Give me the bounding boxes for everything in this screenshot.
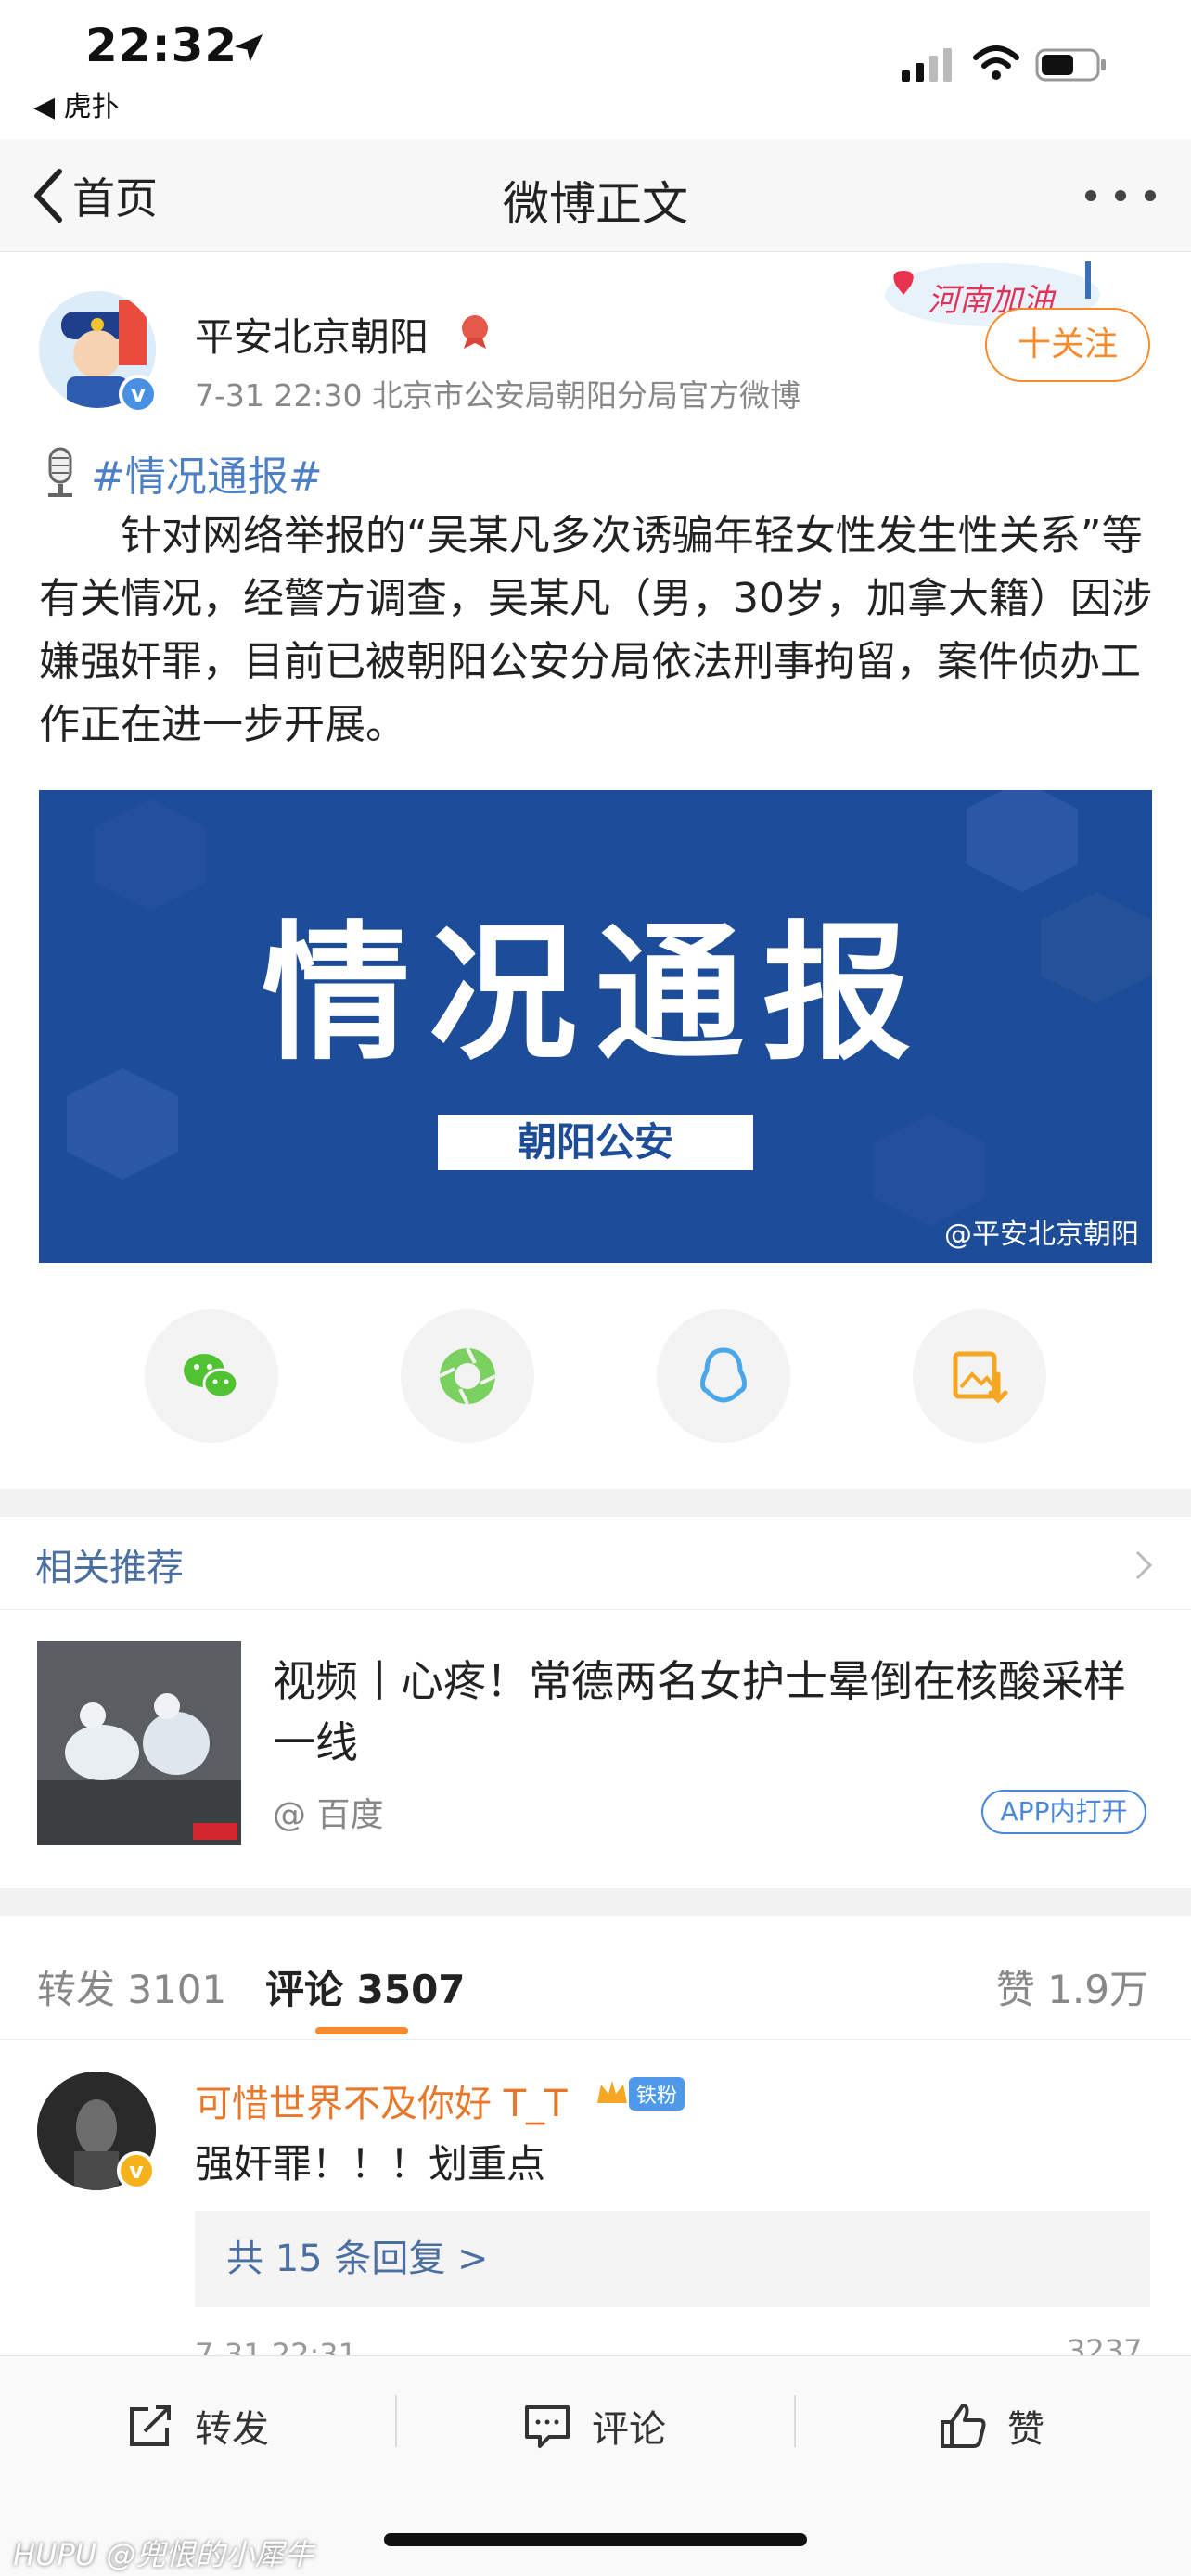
comment-button[interactable]: 评论 (521, 2393, 666, 2458)
image-subtitle: 朝阳公安 (438, 1115, 753, 1170)
author-medal-icon (462, 315, 488, 349)
commenter-verified-icon: v (117, 2151, 156, 2190)
interaction-tabs: 转发 3101 评论 3507 赞 1.9万 (0, 1944, 1191, 2040)
thumbs-up-icon (941, 2404, 986, 2448)
related-header[interactable]: 相关推荐 (0, 1517, 1191, 1610)
verified-badge-icon: v (119, 375, 158, 414)
save-image-button[interactable] (913, 1309, 1046, 1443)
status-bar: 22:32 ◀ 虎扑 (0, 0, 1191, 130)
crown-icon (597, 2081, 627, 2103)
author-name[interactable]: 平安北京朝阳 (195, 306, 429, 363)
related-title: 相关推荐 (35, 1547, 184, 1589)
nav-bar: 首页 微博正文 (0, 139, 1191, 252)
repost-icon (130, 2405, 171, 2446)
comment-icon (525, 2405, 570, 2448)
image-title: 情况通报 (261, 907, 929, 1080)
like-label: 赞 (1007, 2408, 1044, 2451)
share-wechat-button[interactable] (145, 1309, 278, 1443)
tab-comment[interactable]: 评论 3507 (265, 1958, 466, 2015)
share-row (0, 1309, 1191, 1443)
battery-icon (1035, 48, 1106, 82)
comment-label: 评论 (592, 2408, 666, 2451)
iron-fan-badge: 铁粉 (594, 2075, 685, 2112)
tab-like[interactable]: 赞 1.9万 (996, 1958, 1148, 2015)
page-title: 微博正文 (503, 177, 688, 231)
follow-button[interactable]: 十关注 (985, 308, 1150, 382)
microphone-icon (48, 447, 72, 497)
active-tab-indicator (315, 2027, 408, 2034)
comment-text: 强奸罪！！！划重点 (195, 2141, 546, 2187)
qq-icon (700, 1347, 747, 1403)
commenter-name[interactable]: 可惜世界不及你好 T_T (195, 2073, 568, 2127)
hupu-watermark: HUPU @兜恨的小犀牛 (13, 2537, 314, 2572)
moments-icon (439, 1347, 496, 1405)
related-thumbnail[interactable] (37, 1641, 241, 1845)
image-watermark: @平安北京朝阳 (944, 1218, 1139, 1251)
wechat-icon (184, 1354, 239, 1399)
cellular-signal-icon (902, 48, 952, 82)
wifi-icon (973, 45, 1019, 80)
location-arrow-icon (235, 34, 263, 62)
fan-tag: 铁粉 (629, 2077, 685, 2111)
nurses-photo-icon (37, 1641, 241, 1845)
like-button[interactable]: 赞 (937, 2393, 1044, 2458)
related-item-title[interactable]: 视频丨心疼！常德两名女护士晕倒在核酸采样一线 (273, 1651, 1154, 1773)
back-to-app-link[interactable]: ◀ 虎扑 (33, 83, 120, 124)
related-item-source: @ 百度 (273, 1796, 384, 1834)
share-qq-button[interactable] (657, 1309, 790, 1443)
bar-separator (395, 2395, 397, 2447)
topic-hashtag-link[interactable]: #情况通报# (91, 443, 323, 503)
section-divider (0, 1888, 1191, 1916)
status-time: 22:32 (85, 19, 238, 72)
repost-button[interactable]: 转发 (124, 2393, 269, 2458)
bar-separator (794, 2395, 796, 2447)
section-divider (0, 1489, 1191, 1517)
post-meta: 7-31 22:30 北京市公安局朝阳分局官方微博 (195, 377, 800, 414)
more-options-icon[interactable] (1083, 189, 1158, 202)
post-body-text: 针对网络举报的“吴某凡多次诱骗年轻女性发生性关系”等有关情况，经警方调查，吴某凡… (39, 512, 1152, 748)
topic-line: #情况通报# (39, 443, 323, 503)
open-in-app-button[interactable]: APP内打开 (981, 1790, 1146, 1834)
chevron-right-icon (1135, 1550, 1153, 1580)
share-moments-button[interactable] (401, 1309, 534, 1443)
post-image[interactable]: 情况通报 朝阳公安 @平安北京朝阳 (39, 790, 1152, 1263)
home-indicator[interactable] (384, 2533, 807, 2546)
tab-repost[interactable]: 转发 3101 (37, 1958, 226, 2015)
repost-label: 转发 (195, 2408, 269, 2451)
view-replies-button[interactable]: 共 15 条回复 > (195, 2211, 1150, 2307)
save-image-icon (953, 1351, 1008, 1404)
